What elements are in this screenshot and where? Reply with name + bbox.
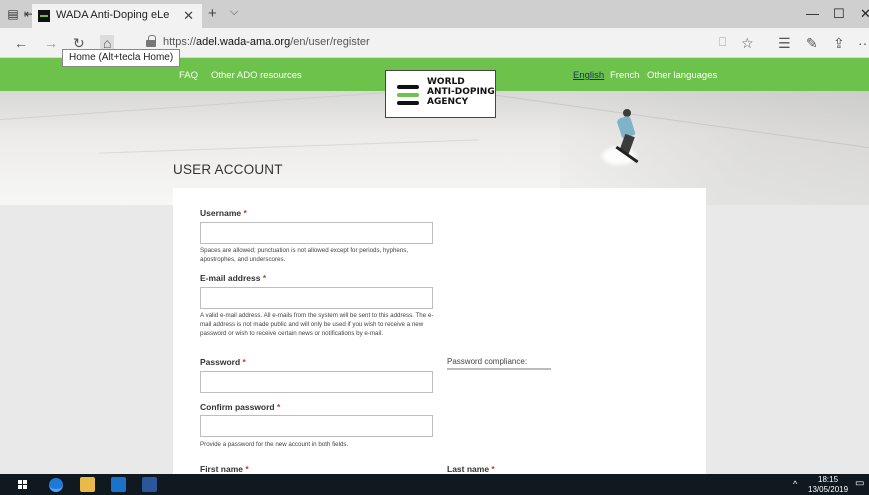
url-host: adel.wada-ama.org	[196, 36, 291, 48]
email-label: E-mail address *	[200, 273, 267, 283]
confirm-password-input[interactable]	[200, 415, 433, 437]
tab-menu-chevron-icon[interactable]: ⌵	[230, 6, 238, 19]
language-link-french[interactable]: French	[610, 70, 640, 81]
password-compliance-meter	[447, 368, 551, 370]
first-name-label: First name *	[200, 464, 249, 474]
browser-tab[interactable]: WADA Anti-Doping eLe ✕	[32, 2, 202, 28]
clock-time[interactable]: 18:15	[818, 475, 838, 484]
last-name-label: Last name *	[447, 464, 495, 474]
edge-taskbar-icon[interactable]	[49, 478, 63, 492]
forward-button[interactable]: →	[44, 35, 58, 51]
favorite-star-icon[interactable]: ☆	[741, 35, 754, 52]
wada-logo[interactable]: WORLD ANTI-DOPING AGENCY	[385, 70, 496, 118]
language-link-english[interactable]: English	[573, 70, 604, 81]
username-label: Username *	[200, 208, 247, 218]
home-tooltip: Home (Alt+tecla Home)	[62, 49, 181, 67]
windows-taskbar: ^ 18:15 13/05/2019 ▭	[0, 474, 869, 495]
close-window-button[interactable]: ✕	[860, 6, 869, 22]
wada-logo-mark-icon	[397, 85, 419, 105]
email-help: A valid e-mail address. All e-mails from…	[200, 312, 434, 337]
back-button[interactable]: ←	[14, 35, 28, 51]
language-link-other[interactable]: Other languages	[647, 70, 717, 81]
snowboarder-figure	[602, 109, 642, 165]
windows-start-icon[interactable]	[18, 480, 28, 490]
tab-close-icon[interactable]: ✕	[183, 8, 194, 24]
nav-link-faq[interactable]: FAQ	[179, 70, 198, 81]
url-path: /en/user/register	[290, 36, 370, 48]
minimize-button[interactable]: —	[806, 6, 819, 21]
tab-preview-icon[interactable]: ▤	[6, 7, 20, 21]
nav-link-other-ado-resources[interactable]: Other ADO resources	[211, 70, 302, 81]
username-input[interactable]	[200, 222, 433, 244]
lock-icon	[146, 35, 156, 47]
favorites-hub-icon[interactable]: ☰	[778, 35, 791, 52]
page-title: USER ACCOUNT	[173, 162, 283, 177]
browser-tab-bar: ▤ ⇤ WADA Anti-Doping eLe ✕ + ⌵ — ☐ ✕	[0, 0, 869, 28]
email-input[interactable]	[200, 287, 433, 309]
more-menu-icon[interactable]: ···	[858, 35, 869, 51]
wada-favicon-icon	[38, 10, 50, 22]
page-viewport: FAQ Other ADO resources English French O…	[0, 58, 869, 474]
url-prefix: https://	[163, 36, 197, 48]
url-field[interactable]: https://adel.wada-ama.org/en/user/regist…	[163, 36, 370, 48]
username-help: Spaces are allowed; punctuation is not a…	[200, 247, 409, 263]
confirm-password-label: Confirm password *	[200, 402, 281, 412]
password-compliance-label: Password compliance:	[447, 357, 528, 366]
share-icon[interactable]: ⇪	[833, 35, 845, 52]
password-input[interactable]	[200, 371, 433, 393]
web-notes-icon[interactable]: ✎	[806, 35, 818, 52]
new-tab-button[interactable]: +	[208, 5, 217, 22]
clock-date[interactable]: 13/05/2019	[808, 485, 848, 494]
tray-chevron-icon[interactable]: ^	[793, 479, 797, 489]
wada-logo-text: WORLD ANTI-DOPING AGENCY	[427, 77, 495, 107]
word-taskbar-icon[interactable]	[142, 477, 157, 492]
notifications-icon[interactable]: ▭	[855, 478, 864, 489]
password-label: Password *	[200, 357, 246, 367]
tab-title: WADA Anti-Doping eLe	[56, 9, 170, 21]
outlook-taskbar-icon[interactable]	[111, 477, 126, 492]
file-explorer-taskbar-icon[interactable]	[80, 477, 95, 492]
confirm-password-help: Provide a password for the new account i…	[200, 441, 349, 448]
reading-view-icon[interactable]: ⎕	[719, 35, 726, 50]
maximize-button[interactable]: ☐	[833, 6, 845, 22]
register-form: Username * Spaces are allowed; punctuati…	[173, 188, 706, 474]
